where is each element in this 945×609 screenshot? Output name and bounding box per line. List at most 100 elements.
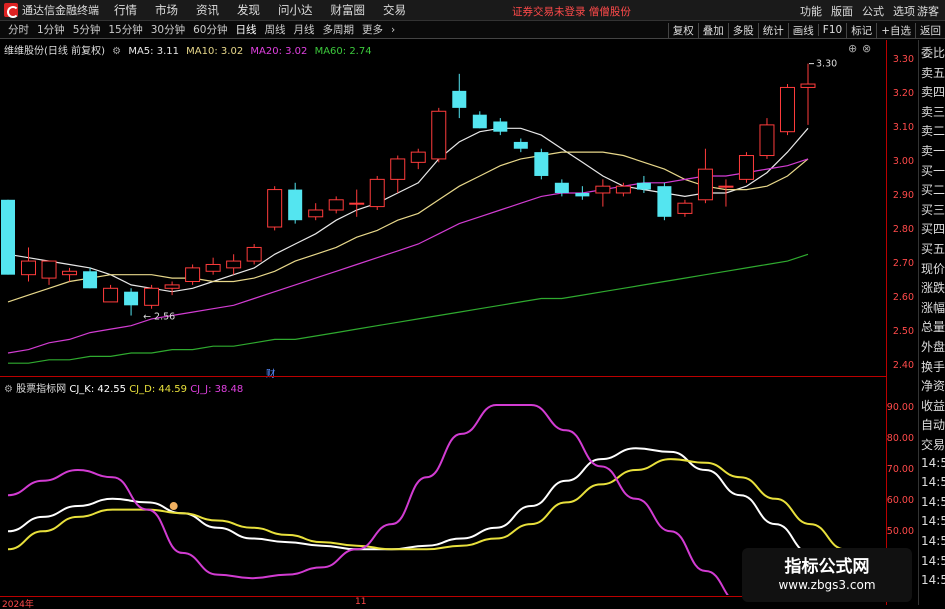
period-multi[interactable]: 多周期 xyxy=(323,22,355,37)
f10-button[interactable]: F10 xyxy=(817,24,846,36)
low-price-label: ← 2.56 xyxy=(143,312,175,323)
menu-item-banmian[interactable]: 版面 xyxy=(831,3,853,19)
menu-item-hangqing[interactable]: 行情 xyxy=(114,2,137,18)
candle-body xyxy=(779,86,795,133)
candle-body xyxy=(493,121,508,132)
candle-body xyxy=(677,202,693,214)
tongji-button[interactable]: 统计 xyxy=(757,22,788,38)
side-item: 买一 xyxy=(921,163,945,178)
sub-y-tick: 80.00 xyxy=(886,433,914,444)
side-item: 卖三 xyxy=(921,104,945,119)
menu-item-faxian[interactable]: 发现 xyxy=(237,2,260,18)
ma5-label: MA5: 3.11 xyxy=(128,46,179,57)
ma60-label: MA60: 2.74 xyxy=(314,46,372,57)
side-item: 涨跌 xyxy=(921,281,945,296)
menu-item-jiaoyi[interactable]: 交易 xyxy=(383,2,406,18)
gear-icon[interactable]: ⚙ xyxy=(112,46,121,57)
side-item: 自动 xyxy=(921,418,945,433)
period-daily[interactable]: 日线 xyxy=(236,22,257,37)
side-item: 涨幅 xyxy=(921,300,945,315)
biaoji-button[interactable]: 标记 xyxy=(846,22,876,38)
candle-body xyxy=(697,168,713,201)
candle xyxy=(308,203,324,221)
app-title: 通达信金融终端 xyxy=(22,4,99,17)
candle-body xyxy=(636,182,651,190)
candle-body xyxy=(288,189,303,221)
app-logo-icon xyxy=(4,3,19,18)
period-5min[interactable]: 5分钟 xyxy=(73,22,101,37)
add-watchlist-button[interactable]: +自选 xyxy=(876,22,915,38)
candle xyxy=(1,199,15,275)
y-tick: 2.60 xyxy=(892,292,914,303)
y-tick: 3.20 xyxy=(892,88,914,99)
candle-body xyxy=(308,209,324,218)
candle xyxy=(493,118,508,136)
candle-body xyxy=(738,155,754,180)
menu-item-caifuquan[interactable]: 财富圈 xyxy=(331,2,366,18)
menu-bar: 通达信金融终端 行情 市场 资讯 发现 问小达 财富圈 交易 证券交易未登录 僧… xyxy=(0,0,945,21)
period-1min[interactable]: 1分钟 xyxy=(37,22,65,37)
side-item: 14:5 xyxy=(921,553,945,568)
period-fenshi[interactable]: 分时 xyxy=(8,22,29,37)
site-watermark: 指标公式网 www.zbgs3.com xyxy=(742,548,912,602)
high-price-label: 3.30 xyxy=(816,59,837,70)
side-item: 14:5 xyxy=(921,475,945,490)
watermark-title: 指标公式网 xyxy=(784,557,870,577)
kline-chart[interactable]: 3.30 ← 2.56 xyxy=(0,40,918,376)
period-monthly[interactable]: 月线 xyxy=(294,22,315,37)
candle-body xyxy=(369,178,385,208)
candle-body xyxy=(534,152,549,176)
candle-body xyxy=(41,260,57,279)
quote-side-panel[interactable]: 委比 卖五 卖四 卖三 卖二 卖一 买一 买二 买三 买四 买五 现价 涨跌 涨幅 总量 外盘 换手 净资 收益 自动… xyxy=(918,40,945,605)
main-legend: 维维股份(日线 前复权) ⚙ MA5: 3.11 MA10: 3.02 MA20… xyxy=(4,42,376,57)
side-item: 交易 xyxy=(921,438,945,452)
candle-body xyxy=(759,124,775,157)
main-menu: 行情 市场 资讯 发现 问小达 财富圈 交易 xyxy=(109,2,419,18)
y-tick: 3.00 xyxy=(892,156,914,167)
stock-label[interactable]: 维维股份(日线 前复权) xyxy=(4,46,105,57)
period-30min[interactable]: 30分钟 xyxy=(151,22,185,37)
menu-item-wenxiaoda[interactable]: 问小达 xyxy=(278,2,313,18)
close-icon[interactable]: ⊗ xyxy=(862,42,871,55)
ma-line-ma10 xyxy=(7,151,809,303)
huaxian-button[interactable]: 画线 xyxy=(787,22,818,38)
side-item: 净资 xyxy=(921,379,945,394)
toolbar-right: 复权 叠加 多股 统计 画线 F10 标记 +自选 返回 xyxy=(667,21,945,39)
duogu-button[interactable]: 多股 xyxy=(727,22,758,38)
login-notice[interactable]: 证券交易未登录 僧僧股份 xyxy=(512,4,631,19)
guest-button[interactable]: 游客 xyxy=(917,3,939,19)
candle-body xyxy=(431,110,447,160)
candle-body xyxy=(124,291,139,306)
sub-y-tick: 50.00 xyxy=(886,526,914,537)
side-item: 委比 xyxy=(921,46,945,60)
gear-icon-sub[interactable]: ⚙ xyxy=(4,384,13,395)
indicator-label[interactable]: 股票指标网 xyxy=(16,384,66,395)
candle xyxy=(677,199,693,217)
y-axis: 3.30 3.20 3.10 3.00 2.90 2.80 2.70 2.60 … xyxy=(886,40,918,605)
candle-body xyxy=(185,267,201,282)
menu-item-zixun[interactable]: 资讯 xyxy=(196,2,219,18)
back-button[interactable]: 返回 xyxy=(915,22,945,38)
candle-body xyxy=(164,284,180,289)
period-15min[interactable]: 15分钟 xyxy=(108,22,142,37)
side-item: 14:5 xyxy=(921,514,945,529)
menu-item-gongneng[interactable]: 功能 xyxy=(800,3,822,19)
menu-item-gongshi[interactable]: 公式 xyxy=(862,3,884,19)
candle-body xyxy=(513,141,528,149)
period-toolbar: 分时 1分钟 5分钟 15分钟 30分钟 60分钟 日线 周线 月线 多周期 更… xyxy=(0,21,945,39)
period-weekly[interactable]: 周线 xyxy=(265,22,286,37)
candle xyxy=(226,254,242,275)
y-tick: 2.50 xyxy=(892,326,914,337)
chevron-right-icon[interactable]: › xyxy=(391,24,395,36)
menu-item-xuanxiang[interactable]: 选项 xyxy=(893,3,915,19)
menu-item-shichang[interactable]: 市场 xyxy=(155,2,178,18)
y-tick: 3.10 xyxy=(892,122,914,133)
candle xyxy=(697,148,713,204)
diejia-button[interactable]: 叠加 xyxy=(697,22,728,38)
fuquan-button[interactable]: 复权 xyxy=(667,22,698,38)
candle xyxy=(124,288,139,316)
candle-body xyxy=(62,270,78,276)
zoom-in-icon[interactable]: ⊕ xyxy=(848,42,857,55)
period-more[interactable]: 更多 xyxy=(362,22,383,37)
period-60min[interactable]: 60分钟 xyxy=(193,22,227,37)
